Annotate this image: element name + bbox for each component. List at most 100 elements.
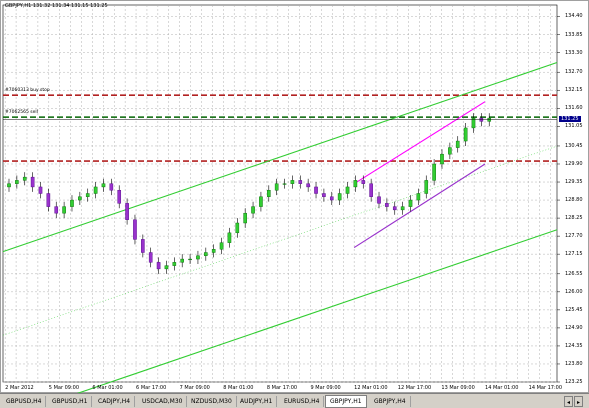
candle (385, 203, 389, 207)
price-tick-label: 126.55 (565, 270, 583, 277)
candle (322, 193, 326, 197)
candle (180, 258, 184, 263)
tab-eurusd-h4[interactable]: EURUSD,H4 (280, 396, 325, 407)
tab-gbpusd-h1[interactable]: GBPUSD,H1 (48, 396, 93, 407)
candle (243, 212, 247, 224)
candle (345, 186, 350, 194)
candle (251, 206, 255, 214)
tabs-scroll-right-icon[interactable]: ▸ (574, 396, 583, 407)
candle (329, 196, 334, 201)
candle (274, 183, 279, 191)
chart-window[interactable]: GBPJPY,H1 131.32 131.34 131.15 131.25 #7… (0, 0, 589, 394)
candle (117, 190, 122, 204)
time-tick-label: 13 Mar 09:00 (441, 385, 475, 391)
candle (400, 206, 405, 211)
candle (85, 193, 90, 197)
candle (164, 265, 169, 270)
price-tick-label: 128.25 (565, 215, 583, 222)
candle (70, 199, 74, 207)
tab-gbpjpy-h1[interactable]: GBPJPY,H1 (325, 395, 367, 408)
chart-tabs-bar: GBPUSD,H4 GBPUSD,H1 CADJPY,H4 USDCAD,M30… (0, 393, 589, 408)
candle (290, 180, 295, 184)
price-tick-label: 131.05 (565, 123, 583, 130)
candle (54, 206, 59, 214)
price-tick-label: 133.30 (565, 49, 583, 56)
time-tick-label: 9 Mar 09:00 (310, 385, 341, 391)
price-tick-label: 132.70 (565, 69, 583, 76)
tab-gbpjpy-h4[interactable]: GBPJPY,H4 (370, 396, 411, 407)
time-tick-label: 8 Mar 17:00 (266, 385, 298, 391)
order-label-sell: #7062565 sell (5, 110, 38, 115)
candle (38, 186, 43, 194)
price-tick-label: 132.15 (565, 87, 583, 94)
candle (306, 183, 310, 188)
price-tick-label: 123.25 (565, 379, 583, 385)
candle (30, 176, 35, 188)
candle (298, 180, 303, 184)
price-tick-label: 127.15 (565, 251, 583, 258)
candle (15, 180, 19, 184)
price-tick-label: 125.45 (565, 306, 583, 313)
price-tick-label: 127.70 (565, 233, 583, 240)
candle (416, 193, 421, 201)
time-tick-label: 8 Mar 01:00 (223, 385, 254, 391)
price-tick-label: 130.45 (565, 142, 583, 149)
price-chart[interactable] (1, 1, 589, 394)
time-tick-label: 7 Mar 09:00 (179, 385, 210, 391)
candle (266, 190, 271, 197)
current-price-tag: 131.25 (559, 116, 581, 122)
candle (101, 183, 106, 188)
candle (377, 196, 381, 204)
price-tick-label: 124.35 (565, 342, 583, 349)
candle (392, 206, 397, 211)
candle (109, 183, 114, 191)
candle (408, 199, 413, 207)
order-label-buy-stop: #7060313 buy stop (5, 88, 50, 93)
candle (62, 206, 66, 214)
tabs-scroll-left-icon[interactable]: ◂ (564, 396, 573, 407)
candle (156, 262, 161, 270)
price-tick-label: 133.85 (565, 31, 583, 38)
price-tick-label: 129.35 (565, 179, 583, 186)
time-tick-label: 5 Mar 09:00 (48, 385, 79, 391)
candle (78, 196, 82, 201)
candle (455, 140, 460, 148)
candle (282, 183, 287, 185)
tab-cadjpy-h4[interactable]: CADJPY,H4 (94, 396, 136, 407)
tab-audjpy-h1[interactable]: AUDJPY,H1 (236, 396, 278, 407)
price-tick-label: 123.80 (565, 360, 583, 367)
candle (219, 242, 224, 250)
candle (424, 180, 429, 194)
time-tick-label: 6 Mar 17:00 (136, 385, 167, 391)
candle (353, 180, 358, 188)
tab-gbpusd-h4[interactable]: GBPUSD,H4 (2, 396, 47, 407)
time-tick-label: 14 Mar 17:00 (528, 385, 563, 391)
candle (432, 163, 436, 181)
tab-nzdusd-m30[interactable]: NZDUSD,M30 (187, 396, 237, 407)
tab-usdcad-m30[interactable]: USDCAD,M30 (138, 396, 188, 407)
candle (196, 255, 200, 260)
candle (259, 196, 263, 207)
price-tick-label: 134.40 (565, 13, 583, 20)
candle (369, 183, 373, 197)
time-tick-label: 12 Mar 01:00 (354, 385, 388, 391)
candle (463, 127, 468, 142)
time-tick-label: 2 Mar 2012 (5, 385, 34, 391)
candle (46, 193, 51, 207)
price-tick-label: 129.90 (565, 160, 583, 167)
candle (204, 252, 208, 256)
candle (448, 147, 452, 155)
candle (7, 183, 11, 188)
candle (227, 232, 232, 243)
time-tick-label: 6 Mar 01:00 (92, 385, 123, 391)
candle (211, 249, 216, 253)
price-tick-label: 126.00 (565, 288, 583, 295)
time-tick-label: 12 Mar 17:00 (397, 385, 432, 391)
candle (314, 186, 318, 194)
candle (235, 222, 240, 234)
candle (337, 193, 342, 201)
candle (22, 176, 27, 181)
price-tick-label: 131.60 (565, 105, 583, 112)
price-tick-label: 128.80 (565, 197, 583, 204)
candle (188, 258, 192, 261)
